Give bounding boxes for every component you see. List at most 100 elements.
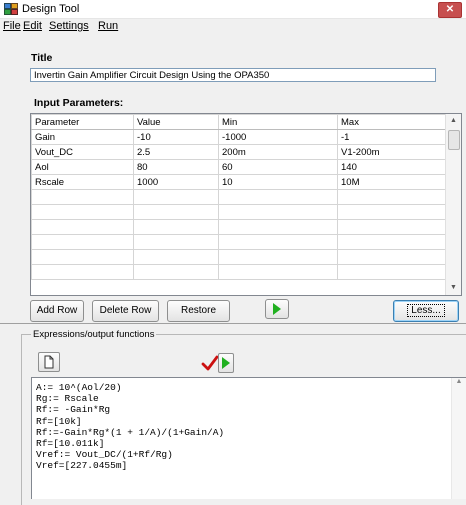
new-button[interactable] [38, 352, 60, 372]
column-header-value[interactable]: Value [133, 114, 219, 130]
expression-line: Rg:= Rscale [36, 393, 99, 405]
table-cell[interactable]: V1-200m [337, 144, 448, 160]
table-cell[interactable]: 80 [133, 159, 219, 175]
table-cell[interactable] [31, 249, 134, 265]
scroll-down-arrow-icon[interactable]: ▼ [446, 281, 461, 295]
table-cell[interactable] [31, 234, 134, 250]
title-input[interactable]: Invertin Gain Amplifier Circuit Design U… [30, 68, 436, 82]
table-cell[interactable]: 1000 [133, 174, 219, 190]
table-cell[interactable]: Gain [31, 129, 134, 145]
table-cell[interactable] [218, 234, 338, 250]
table-cell[interactable] [133, 204, 219, 220]
table-cell[interactable]: Vout_DC [31, 144, 134, 160]
table-cell[interactable] [133, 264, 219, 280]
input-parameters-heading: Input Parameters: [34, 97, 124, 109]
table-cell[interactable] [218, 219, 338, 235]
table-row-empty [31, 249, 448, 265]
menu-file[interactable]: File [3, 20, 21, 32]
table-cell[interactable]: Aol [31, 159, 134, 175]
title-bar: Design Tool ✕ [0, 0, 466, 19]
expressions-editor[interactable]: A:= 10^(Aol/20) Rg:= Rscale Rf:= -Gain*R… [31, 377, 466, 499]
expression-line: Rf:= -Gain*Rg [36, 404, 111, 416]
parameters-table: Parameter Value Min Max Gain -10 -1000 -… [31, 114, 448, 280]
menu-file-label: File [3, 20, 21, 32]
table-cell[interactable] [133, 189, 219, 205]
table-cell[interactable] [218, 264, 338, 280]
table-cell[interactable] [337, 264, 448, 280]
add-row-button[interactable]: Add Row [30, 300, 84, 322]
table-cell[interactable] [133, 234, 219, 250]
less-button[interactable]: Less... [393, 300, 459, 322]
run-play-icon [222, 357, 230, 369]
menu-run[interactable]: Run [98, 20, 118, 32]
table-row: Aol 80 60 140 [31, 159, 448, 175]
table-cell[interactable]: -1 [337, 129, 448, 145]
new-page-icon [44, 355, 54, 369]
column-header-min[interactable]: Min [218, 114, 338, 130]
table-cell[interactable] [218, 189, 338, 205]
table-cell[interactable] [337, 204, 448, 220]
table-cell[interactable] [337, 219, 448, 235]
table-cell[interactable] [337, 234, 448, 250]
expression-line: Vref:= Vout_DC/(1+Rf/Rg) [36, 449, 173, 461]
table-row: Gain -10 -1000 -1 [31, 129, 448, 145]
expressions-group-label: Expressions/output functions [31, 329, 157, 340]
menu-edit[interactable]: Edit [23, 20, 42, 32]
check-icon [201, 355, 219, 371]
table-cell[interactable]: 140 [337, 159, 448, 175]
menu-settings[interactable]: Settings [49, 20, 89, 32]
table-cell[interactable] [31, 219, 134, 235]
run-expressions-button[interactable] [218, 353, 234, 373]
table-cell[interactable] [133, 249, 219, 265]
table-row-empty [31, 204, 448, 220]
table-row-empty [31, 189, 448, 205]
table-cell[interactable] [31, 204, 134, 220]
expressions-scrollbar[interactable]: ▲ [451, 378, 466, 499]
menu-settings-label: Settings [49, 20, 89, 32]
title-heading: Title [31, 52, 53, 64]
table-cell[interactable] [218, 204, 338, 220]
window-title: Design Tool [22, 3, 80, 15]
table-row-empty [31, 264, 448, 280]
table-cell[interactable]: 10M [337, 174, 448, 190]
table-row-empty [31, 234, 448, 250]
table-cell[interactable] [218, 249, 338, 265]
table-cell[interactable]: 60 [218, 159, 338, 175]
table-cell[interactable]: 2.5 [133, 144, 219, 160]
expression-line: Rf=[10k] [36, 415, 82, 427]
menu-bar: File Edit Settings Run [0, 19, 466, 35]
table-cell[interactable]: -1000 [218, 129, 338, 145]
less-button-label: Less... [407, 304, 445, 317]
table-row-empty [31, 219, 448, 235]
expressions-text: A:= 10^(Aol/20) Rg:= Rscale Rf:= -Gain*R… [32, 378, 466, 472]
expression-line: Rf:=-Gain*Rg*(1 + 1/A)/(1+Gain/A) [36, 426, 225, 438]
column-header-max[interactable]: Max [337, 114, 448, 130]
table-cell[interactable] [31, 189, 134, 205]
scroll-up-arrow-icon[interactable]: ▲ [452, 378, 466, 385]
menu-run-label: Run [98, 20, 119, 32]
grid-vertical-scrollbar[interactable]: ▲ ▼ [445, 114, 461, 295]
table-header-row: Parameter Value Min Max [31, 114, 448, 130]
delete-row-button[interactable]: Delete Row [92, 300, 159, 322]
restore-button[interactable]: Restore [167, 300, 230, 322]
expression-line: A:= 10^(Aol/20) [36, 382, 122, 393]
table-row: Rscale 1000 10 10M [31, 174, 448, 190]
menu-edit-label: Edit [23, 20, 42, 32]
table-row: Vout_DC 2.5 200m V1-200m [31, 144, 448, 160]
table-cell[interactable]: Rscale [31, 174, 134, 190]
close-button[interactable]: ✕ [438, 2, 462, 18]
column-header-parameter[interactable]: Parameter [31, 114, 134, 130]
table-cell[interactable] [133, 219, 219, 235]
check-button[interactable] [201, 354, 219, 372]
run-button[interactable] [265, 299, 289, 319]
scroll-thumb[interactable] [448, 130, 460, 150]
parameters-grid[interactable]: Parameter Value Min Max Gain -10 -1000 -… [30, 113, 462, 296]
table-cell[interactable] [337, 189, 448, 205]
table-cell[interactable] [31, 264, 134, 280]
expression-line: Vref=[227.0455m] [36, 460, 128, 472]
table-cell[interactable] [337, 249, 448, 265]
table-cell[interactable]: 10 [218, 174, 338, 190]
scroll-up-arrow-icon[interactable]: ▲ [446, 114, 461, 128]
table-cell[interactable]: 200m [218, 144, 338, 160]
table-cell[interactable]: -10 [133, 129, 219, 145]
